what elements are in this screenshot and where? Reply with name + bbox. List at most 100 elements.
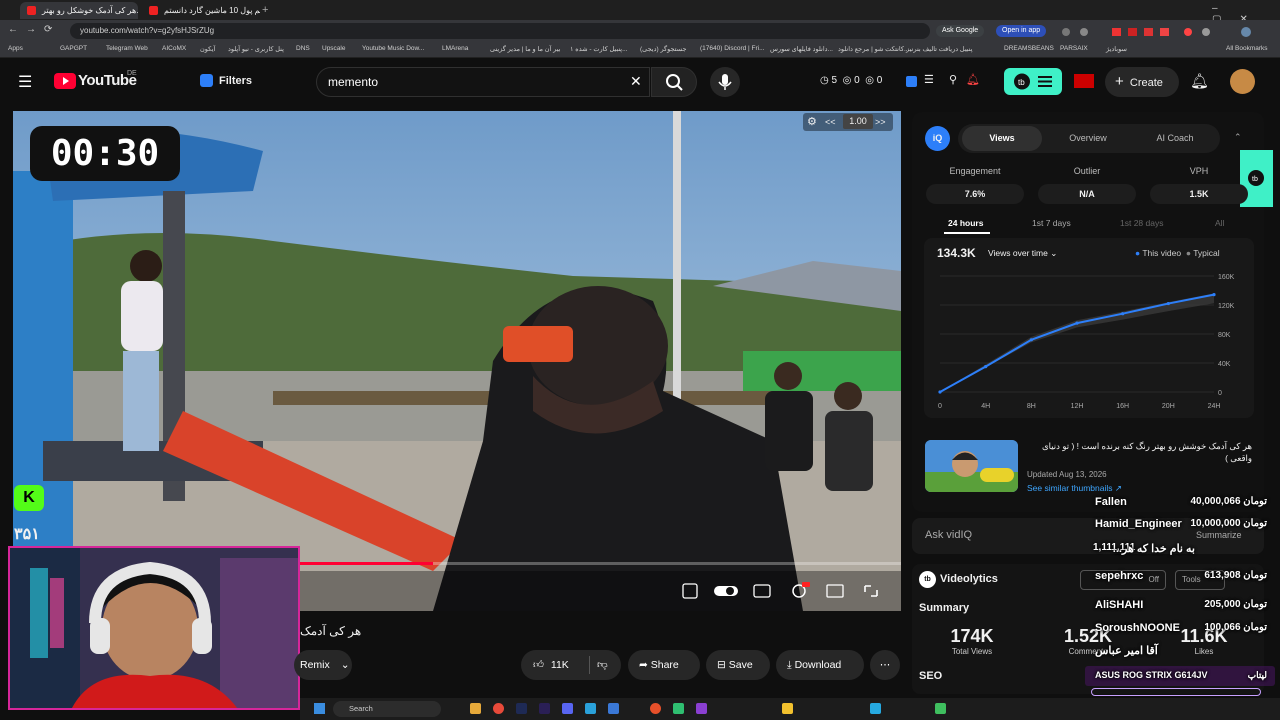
bookmark-item[interactable]: PARSAIX <box>1060 45 1088 52</box>
speed-down-button[interactable]: << <box>825 117 836 127</box>
data-point <box>938 390 942 394</box>
new-tab-icon[interactable]: + <box>262 4 268 16</box>
windows-start-icon[interactable] <box>314 703 325 714</box>
bookmark-item[interactable]: پنبیل دریافت تالیف بنرنیز <box>906 45 973 53</box>
app-icon[interactable] <box>782 703 793 714</box>
folder-icon[interactable] <box>470 703 481 714</box>
donation-item: AliSHAHI 205,000 تومان <box>1085 599 1275 619</box>
aftereffects-icon[interactable] <box>539 703 550 714</box>
tubebuddy-icon: tb <box>1014 73 1052 90</box>
tab-views[interactable]: Views <box>962 126 1042 151</box>
bookmark-item[interactable]: کانتکت شو | مرجع دانلود... <box>838 45 909 53</box>
bookmark-item[interactable]: DNS <box>296 45 310 52</box>
donor-name: به نام خدا که هر... <box>1112 543 1195 555</box>
range-24h[interactable]: 24 hours <box>948 218 983 228</box>
speed-up-button[interactable]: >> <box>875 117 886 127</box>
chrome-icon[interactable] <box>493 703 504 714</box>
bookmark-item[interactable]: GAPGPT <box>60 45 87 52</box>
bookmark-item[interactable]: دانلود فایلهای سورس... <box>770 45 833 53</box>
flag-icon[interactable] <box>1074 74 1094 88</box>
bookmark-item[interactable]: Youtube Music Dow... <box>362 45 424 52</box>
remix-label: Remix <box>300 659 330 671</box>
telegram-icon[interactable] <box>585 703 596 714</box>
tubebuddy-button[interactable]: tb <box>1004 68 1062 95</box>
range-28d[interactable]: 1st 28 days <box>1120 218 1163 228</box>
rocket-icon[interactable]: ⚲ <box>949 73 957 86</box>
avatar[interactable] <box>1230 69 1255 94</box>
stat-label: Total Views <box>951 647 993 656</box>
notifications-icon[interactable]: 🔔︎ <box>1190 72 1209 90</box>
related-title[interactable]: هر کی آدمک خوشش رو بهتر رنگ کنه برنده اس… <box>1027 440 1252 464</box>
share-button[interactable]: ➦ Share <box>628 650 700 680</box>
bookmark-item[interactable]: (17640) Discord | Fri... <box>700 45 765 52</box>
bookmark-item[interactable]: پنل کاربری - نیو آپلود <box>228 45 284 53</box>
gear-icon[interactable]: ⚙ <box>807 115 817 128</box>
ask-vidiq-input[interactable]: Ask vidIQ <box>925 529 972 541</box>
ask-google-chip[interactable]: Ask Google <box>936 25 985 37</box>
donation-goal-bar <box>1091 688 1261 696</box>
list-icon[interactable]: ☰ <box>924 73 934 86</box>
browser-tab[interactable]: هر کی آدمک خوشکل رو بهتر... <box>20 2 138 19</box>
vidiq-icon[interactable] <box>906 76 917 87</box>
youtube-favicon-icon <box>149 6 158 15</box>
x-tick-label: 12H <box>1071 403 1084 410</box>
bookmark-item[interactable]: DREAMSBEANS <box>1004 45 1054 52</box>
bookmark-item[interactable]: Telegram Web <box>106 45 148 52</box>
create-button[interactable]: + Create <box>1105 67 1179 97</box>
filters-button[interactable]: Filters <box>219 75 252 87</box>
save-button[interactable]: ⊟ Save <box>706 650 770 680</box>
bookmark-item[interactable]: Upscale <box>322 45 345 52</box>
similar-thumbnails-link[interactable]: See similar thumbnails ↗ <box>1027 483 1122 494</box>
dislike-icon[interactable]: 👎︎ <box>597 650 608 680</box>
app-icon[interactable] <box>696 703 707 714</box>
tab-ai-coach[interactable]: AI Coach <box>1134 126 1216 151</box>
donor-name: sepehrxc <box>1095 570 1144 582</box>
discord-icon[interactable] <box>562 703 573 714</box>
bookmark-item[interactable]: سوبادیژ <box>1106 45 1127 53</box>
photoshop-icon[interactable] <box>516 703 527 714</box>
speed-control[interactable]: ⚙ << 1.00 >> <box>803 113 893 131</box>
more-actions-button[interactable]: ⋯ <box>870 650 900 680</box>
bookmark-item[interactable]: AICoMX <box>162 45 186 52</box>
bookmark-item[interactable]: آیکون <box>200 45 215 53</box>
open-in-app-chip[interactable]: Open in app <box>996 25 1047 37</box>
collapse-icon[interactable]: ⌃ <box>1234 132 1242 143</box>
alert-icon[interactable]: 🔔︎ <box>966 73 980 86</box>
app-icon[interactable] <box>673 703 684 714</box>
eye-off-icon: ◎ <box>865 75 875 86</box>
search-button[interactable] <box>651 67 697 97</box>
bookmark-item[interactable]: بیر آن ما و ما | مدیر گزینی <box>490 45 561 53</box>
bookmark-item[interactable]: پنبیل کارت - شده ۱... <box>570 45 628 53</box>
youtube-logo-icon[interactable] <box>54 73 76 89</box>
bookmark-item[interactable]: Apps <box>8 45 23 52</box>
all-bookmarks[interactable]: All Bookmarks <box>1226 45 1268 52</box>
browser-tab[interactable]: بیم پول 10 ماشین گارد دانستم ... <box>142 2 260 19</box>
bookmark-item[interactable]: LMArena <box>442 45 468 52</box>
range-7d[interactable]: 1st 7 days <box>1032 218 1071 228</box>
remix-button[interactable]: Remix ⌄ <box>294 650 352 680</box>
region-code: DE <box>127 70 137 77</box>
views-mode-label: Views over time <box>988 248 1048 258</box>
like-icon[interactable]: 👍︎ <box>533 659 544 671</box>
bookmark-item[interactable]: جستجوگر (دیجی) <box>640 45 686 53</box>
y-tick-label: 160K <box>1218 274 1235 281</box>
nav-arrows-icon[interactable]: ←→⟳ <box>8 24 60 35</box>
app-icon[interactable] <box>608 703 619 714</box>
search-input[interactable]: memento <box>316 67 650 97</box>
views-mode-select[interactable]: Views over time ⌄ <box>988 248 1057 259</box>
taskbar-search[interactable]: Search <box>333 701 441 717</box>
url-bar[interactable]: youtube.com/watch?v=g2yfsHJSrZUg <box>70 23 930 39</box>
tab-overview[interactable]: Overview <box>1048 126 1128 151</box>
video-player[interactable] <box>13 111 901 611</box>
related-thumbnail[interactable] <box>925 440 1018 492</box>
clear-search-icon[interactable]: ✕ <box>630 73 642 90</box>
voice-search-button[interactable] <box>710 67 740 97</box>
app-icon[interactable] <box>935 703 946 714</box>
like-count[interactable]: 11K <box>551 659 569 671</box>
download-button[interactable]: ⤓ Download <box>776 650 864 680</box>
range-all[interactable]: All <box>1215 218 1224 228</box>
firefox-icon[interactable] <box>650 703 661 714</box>
app-icon[interactable] <box>870 703 881 714</box>
share-label: Share <box>650 659 679 671</box>
menu-icon[interactable]: ☰ <box>18 72 32 92</box>
